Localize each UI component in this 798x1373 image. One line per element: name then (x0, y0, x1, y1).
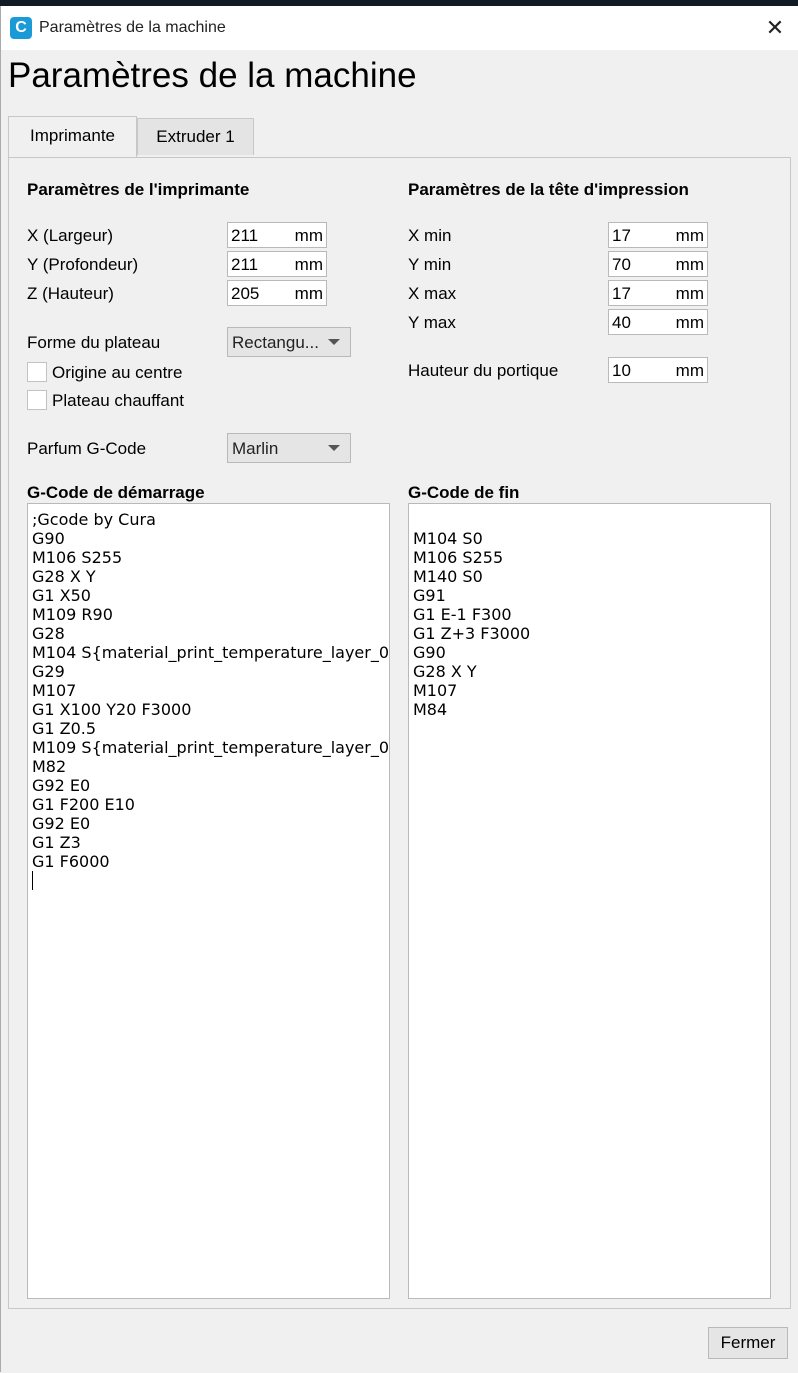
gcode-line: M104 S0 (413, 529, 483, 548)
z-height-value: 205 (231, 284, 260, 303)
gcode-line: M107 (32, 681, 77, 700)
gcode-line: G1 X50 (32, 586, 91, 605)
gcode-line: G28 X Y (413, 662, 477, 681)
chevron-down-icon (328, 445, 340, 451)
x-max-value: 17 (612, 284, 631, 303)
title-bar: C Paramètres de la machine ✕ (1, 6, 798, 50)
y-min-value: 70 (612, 255, 631, 274)
gcode-line: G92 E0 (32, 814, 91, 833)
heated-bed-checkbox[interactable] (27, 390, 47, 410)
cura-app-icon: C (10, 17, 32, 39)
gantry-height-unit: mm (675, 361, 704, 380)
tab-extruder-1[interactable]: Extruder 1 (137, 118, 254, 155)
gcode-line: G1 E-1 F300 (413, 605, 512, 624)
gcode-line: G29 (32, 662, 65, 681)
z-height-unit: mm (294, 284, 323, 303)
x-width-field[interactable]: 211 mm (227, 222, 327, 248)
gantry-height-field[interactable]: 10 mm (608, 357, 708, 383)
close-icon[interactable]: ✕ (761, 14, 789, 42)
chevron-down-icon (328, 339, 340, 345)
gcode-line: M106 S255 (32, 548, 123, 567)
end-gcode-heading: G-Code de fin (408, 483, 520, 502)
gcode-line: G28 (32, 624, 65, 643)
gcode-line: M106 S255 (413, 548, 504, 567)
x-max-label: X max (408, 284, 457, 303)
x-width-value: 211 (231, 226, 259, 245)
y-max-label: Y max (408, 313, 456, 332)
gcode-line: G1 F6000 (32, 852, 110, 871)
gcode-flavor-value: Marlin (232, 439, 279, 458)
page-title: Paramètres de la machine (8, 56, 417, 95)
x-min-field[interactable]: 17 mm (608, 222, 708, 248)
gcode-flavor-label: Parfum G-Code (27, 439, 147, 458)
gcode-line: M140 S0 (413, 567, 483, 586)
start-gcode-heading: G-Code de démarrage (27, 483, 205, 502)
gcode-line: ;Gcode by Cura (32, 510, 156, 529)
close-button[interactable]: Fermer (708, 1327, 788, 1359)
gcode-line: M109 S{material_print_temperature_layer_… (32, 738, 390, 757)
y-max-unit: mm (675, 313, 704, 332)
x-min-value: 17 (612, 226, 631, 245)
gcode-line: M84 (413, 700, 448, 719)
y-depth-unit: mm (294, 255, 323, 274)
gcode-line: M82 (32, 757, 67, 776)
y-max-field[interactable]: 40 mm (608, 309, 708, 335)
app-icon-letter: C (15, 19, 27, 36)
y-max-value: 40 (612, 313, 631, 332)
gcode-line: G1 Z0.5 (32, 719, 97, 738)
z-height-label: Z (Hauteur) (27, 284, 114, 303)
window-title: Paramètres de la machine (39, 19, 226, 36)
gcode-line: G1 Z3 (32, 833, 81, 852)
gcode-line (413, 510, 766, 529)
y-min-unit: mm (675, 255, 704, 274)
printer-settings-heading: Paramètres de l'imprimante (27, 180, 250, 199)
end-gcode-textarea[interactable]: M104 S0 M106 S255 M140 S0 G91 G1 E-1 F300 G1 … (408, 503, 771, 1299)
heated-bed-label: Plateau chauffant (52, 391, 185, 410)
gcode-line: M107 (413, 681, 458, 700)
gantry-height-value: 10 (612, 361, 631, 380)
gcode-line: M109 R90 (32, 605, 113, 624)
build-plate-shape-value: Rectangu... (232, 333, 319, 352)
y-depth-value: 211 (231, 255, 259, 274)
x-width-label: X (Largeur) (27, 226, 113, 245)
x-min-label: X min (408, 226, 452, 245)
start-gcode-textarea[interactable]: ;Gcode by Cura G90 M106 S255 G28 X Y G1 X50 M… (27, 503, 390, 1299)
gcode-line: G28 X Y (32, 567, 96, 586)
gantry-height-label: Hauteur du portique (408, 361, 559, 380)
text-cursor (32, 871, 33, 890)
tab-imprimante[interactable]: Imprimante (8, 116, 137, 157)
gcode-line: G90 (32, 529, 65, 548)
build-plate-shape-select[interactable]: Rectangu... (227, 327, 351, 357)
gcode-line: G91 (413, 586, 446, 605)
gcode-line: G92 E0 (32, 776, 91, 795)
y-depth-field[interactable]: 211 mm (227, 251, 327, 277)
y-min-label: Y min (408, 255, 452, 274)
origin-center-checkbox[interactable] (27, 362, 47, 382)
gcode-line: G1 F200 E10 (32, 795, 135, 814)
z-height-field[interactable]: 205 mm (227, 280, 327, 306)
gcode-line: M104 S{material_print_temperature_layer_… (32, 643, 390, 662)
build-plate-shape-label: Forme du plateau (27, 333, 161, 352)
y-depth-label: Y (Profondeur) (27, 255, 139, 274)
x-width-unit: mm (294, 226, 323, 245)
printhead-settings-heading: Paramètres de la tête d'impression (408, 180, 689, 199)
gcode-line: G1 X100 Y20 F3000 (32, 700, 192, 719)
gcode-flavor-select[interactable]: Marlin (227, 433, 351, 463)
origin-center-label: Origine au centre (52, 363, 183, 382)
gcode-line: G90 (413, 643, 446, 662)
x-max-unit: mm (675, 284, 704, 303)
x-max-field[interactable]: 17 mm (608, 280, 708, 306)
y-min-field[interactable]: 70 mm (608, 251, 708, 277)
gcode-line: G1 Z+3 F3000 (413, 624, 531, 643)
x-min-unit: mm (675, 226, 704, 245)
